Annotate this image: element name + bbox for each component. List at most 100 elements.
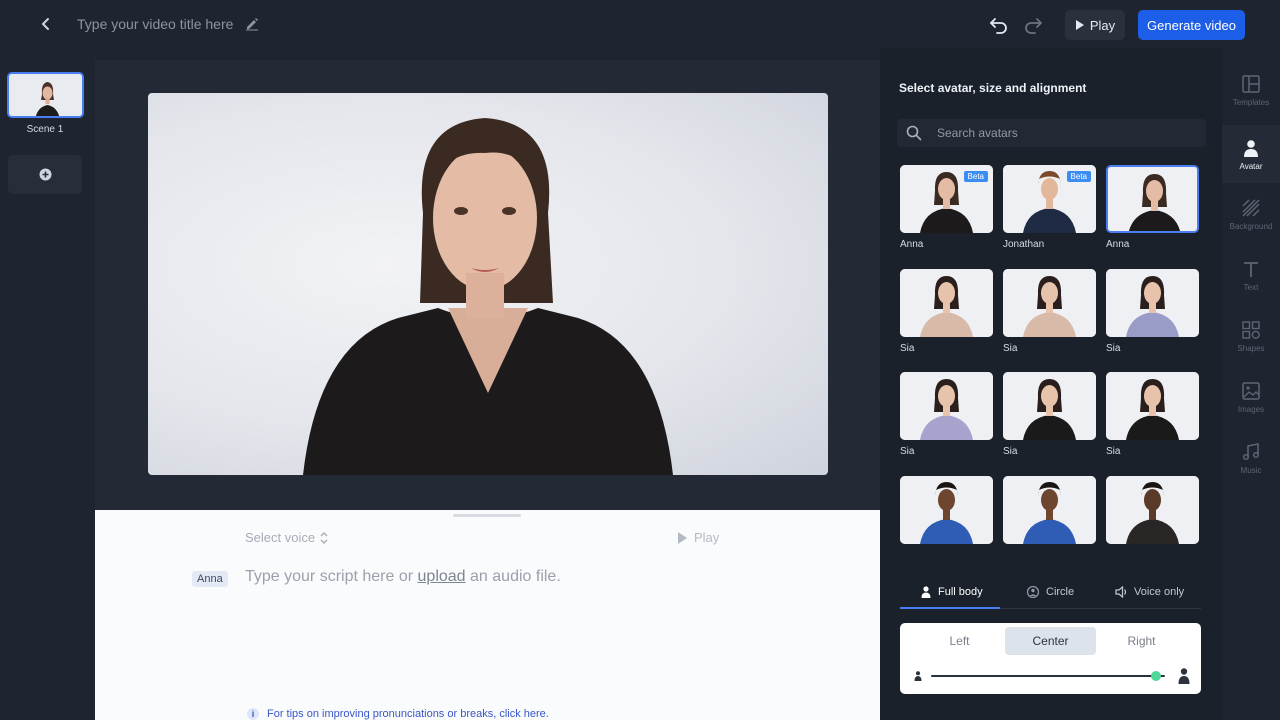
rail-label: Images xyxy=(1237,404,1265,414)
avatar-portrait xyxy=(1003,372,1096,440)
rail-label: Shapes xyxy=(1237,343,1265,353)
avatar-name: Sia xyxy=(1106,343,1121,354)
avatar-option[interactable] xyxy=(900,476,993,544)
tab-circle[interactable]: Circle xyxy=(1026,574,1074,609)
rail-label: Music xyxy=(1240,465,1262,475)
large-person-icon xyxy=(1178,668,1190,684)
redo-icon xyxy=(1025,18,1042,34)
select-voice-dropdown[interactable]: Select voice xyxy=(245,530,329,545)
avatar-option[interactable] xyxy=(1106,269,1199,337)
beta-badge: Beta xyxy=(1066,171,1091,182)
avatar-name: Sia xyxy=(900,446,915,457)
rail-label: Avatar xyxy=(1239,161,1263,171)
slider-track xyxy=(931,675,1165,677)
script-placeholder-end: an audio file. xyxy=(470,568,561,585)
avatar-name: Jonathan xyxy=(1003,239,1045,250)
video-title-input[interactable]: Type your video title here xyxy=(77,16,233,32)
avatar-name: Anna xyxy=(900,239,924,250)
play-preview-button[interactable]: Play xyxy=(1065,10,1125,40)
shapes-icon xyxy=(1242,320,1260,339)
align-left-button[interactable]: Left xyxy=(914,627,1005,655)
background-icon xyxy=(1242,198,1260,217)
top-bar: Type your video title here Play Generate… xyxy=(0,0,1280,48)
script-placeholder-start: Type your script here or xyxy=(245,568,414,585)
beta-badge: Beta xyxy=(963,171,988,182)
undo-button[interactable] xyxy=(988,13,1010,35)
tab-label: Voice only xyxy=(1134,585,1185,598)
rail-item-shapes[interactable]: Shapes xyxy=(1222,307,1280,365)
avatar-name: Anna xyxy=(1106,239,1130,250)
avatar-portrait xyxy=(1003,476,1096,544)
tips-text: For tips on improving pronunciations or … xyxy=(267,708,549,720)
avatar-option[interactable] xyxy=(900,269,993,337)
rail-item-background[interactable]: Background xyxy=(1222,185,1280,243)
sort-chevron-icon xyxy=(320,531,328,544)
upload-audio-link[interactable]: upload xyxy=(418,568,466,585)
avatar-option[interactable]: Beta xyxy=(900,165,993,233)
rail-label: Templates xyxy=(1232,97,1270,107)
redo-button[interactable] xyxy=(1022,13,1044,35)
small-person-icon xyxy=(914,671,922,681)
avatar-option[interactable] xyxy=(1106,372,1199,440)
search-input[interactable] xyxy=(937,119,1197,147)
avatar-portrait xyxy=(900,476,993,544)
back-button[interactable] xyxy=(36,14,56,34)
plus-circle-icon xyxy=(39,168,51,181)
script-input[interactable]: Type your script here or upload an audio… xyxy=(245,568,561,586)
avatar-option[interactable] xyxy=(1003,372,1096,440)
avatar-name: Sia xyxy=(1106,446,1121,457)
script-panel: Select voice Play Anna Type your script … xyxy=(95,510,880,720)
rail-item-music[interactable]: Music xyxy=(1222,429,1280,487)
avatar-portrait xyxy=(900,372,993,440)
rail-label: Text xyxy=(1243,282,1259,292)
avatar-option[interactable] xyxy=(1003,269,1096,337)
templates-icon xyxy=(1242,74,1260,93)
align-center-button[interactable]: Center xyxy=(1005,627,1096,655)
play-script-button[interactable]: Play xyxy=(677,530,719,545)
images-icon xyxy=(1242,381,1260,400)
tab-label: Circle xyxy=(1046,585,1075,598)
presenter-avatar xyxy=(303,118,673,475)
avatar-portrait xyxy=(1106,476,1199,544)
tab-label: Full body xyxy=(938,585,983,598)
avatar-option[interactable] xyxy=(1106,165,1199,233)
avatar-option[interactable]: Beta xyxy=(1003,165,1096,233)
info-icon: i xyxy=(247,708,259,720)
avatar-portrait xyxy=(900,269,993,337)
scene-thumbnail[interactable] xyxy=(7,72,84,118)
avatar-option[interactable] xyxy=(900,372,993,440)
active-tab-indicator xyxy=(900,607,1000,609)
scene-label: Scene 1 xyxy=(26,124,64,135)
avatar-option[interactable] xyxy=(1106,476,1199,544)
generate-video-button[interactable]: Generate video xyxy=(1138,10,1245,40)
rail-item-images[interactable]: Images xyxy=(1222,368,1280,426)
music-icon xyxy=(1242,442,1260,460)
undo-icon xyxy=(990,18,1007,34)
avatar-portrait xyxy=(1106,269,1199,337)
avatar-name: Sia xyxy=(1003,343,1018,354)
slider-thumb[interactable] xyxy=(1150,671,1161,681)
avatar-icon xyxy=(1244,139,1258,157)
avatar-size-slider[interactable] xyxy=(914,668,1190,684)
video-preview[interactable] xyxy=(148,93,828,475)
chevron-left-icon xyxy=(42,18,49,30)
avatar-search[interactable] xyxy=(897,119,1206,147)
speaker-icon xyxy=(1115,585,1127,598)
align-right-button[interactable]: Right xyxy=(1096,627,1187,655)
pronunciation-tips-link[interactable]: i For tips on improving pronunciations o… xyxy=(247,708,549,720)
rail-label: Background xyxy=(1229,221,1273,231)
play-label: Play xyxy=(1089,17,1116,33)
alignment-and-size: Left Center Right xyxy=(900,623,1201,694)
rail-item-avatar[interactable]: Avatar xyxy=(1222,125,1280,183)
pencil-icon[interactable] xyxy=(244,15,260,31)
speaker-tag[interactable]: Anna xyxy=(192,571,228,587)
avatar-portrait xyxy=(1003,269,1096,337)
resize-handle[interactable] xyxy=(453,514,521,517)
avatar-option[interactable] xyxy=(1003,476,1096,544)
tab-full-body[interactable]: Full body xyxy=(920,574,983,609)
rail-item-templates[interactable]: Templates xyxy=(1222,61,1280,119)
person-icon xyxy=(921,585,931,598)
rail-item-text[interactable]: Text xyxy=(1222,246,1280,304)
tab-voice-only[interactable]: Voice only xyxy=(1115,574,1184,609)
add-scene-button[interactable] xyxy=(8,155,82,194)
